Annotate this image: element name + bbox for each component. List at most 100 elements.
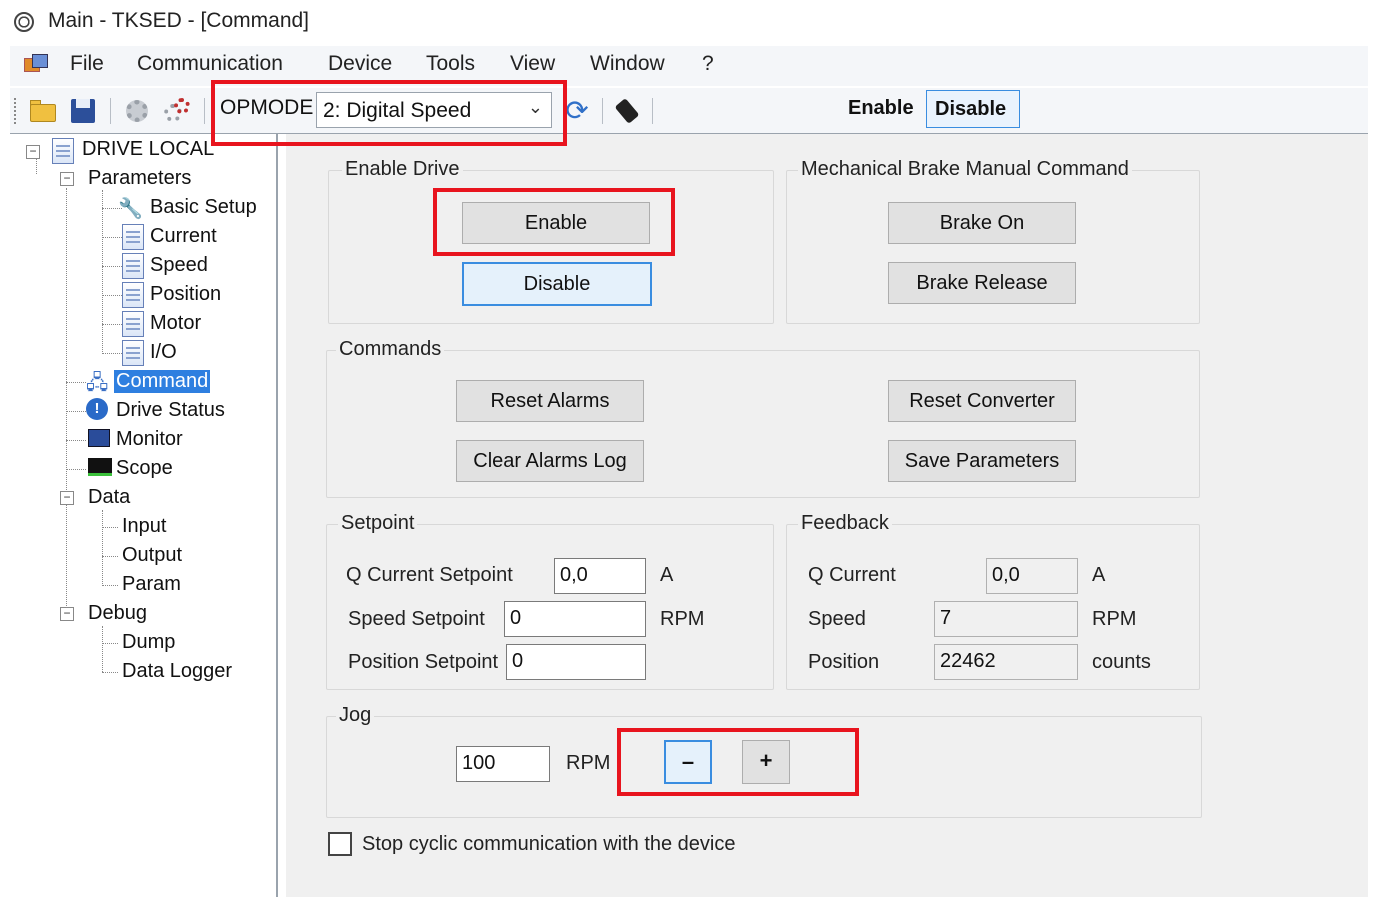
menu-help[interactable]: ? <box>702 52 714 76</box>
save-icon[interactable] <box>68 96 98 126</box>
opmode-value: 2: Digital Speed <box>323 99 472 122</box>
menu-file[interactable]: File <box>70 52 104 76</box>
q-current-setpoint-label: Q Current Setpoint <box>346 564 513 586</box>
tree-parameters[interactable]: Parameters <box>88 167 191 190</box>
tree-dump[interactable]: Dump <box>122 631 175 654</box>
tree-data[interactable]: Data <box>88 486 130 509</box>
tree-motor[interactable]: Motor <box>150 312 201 335</box>
speed-setpoint-label: Speed Setpoint <box>348 608 485 630</box>
info-icon: ! <box>86 398 108 420</box>
toolbar-separator <box>652 98 653 124</box>
collapse-icon[interactable]: − <box>60 607 74 621</box>
collapse-icon[interactable]: − <box>60 172 74 186</box>
tree-debug[interactable]: Debug <box>88 602 147 625</box>
tree-drive-status[interactable]: Drive Status <box>116 399 225 422</box>
io-document-icon <box>122 340 144 366</box>
toolbar: ⟳ <box>10 88 1368 134</box>
position-document-icon <box>122 282 144 308</box>
toolbar-disable-button[interactable]: Disable <box>926 90 1020 128</box>
tree-basic-setup[interactable]: Basic Setup <box>150 196 257 219</box>
current-document-icon <box>122 224 144 250</box>
setpoint-title: Setpoint <box>338 512 418 535</box>
tree-current[interactable]: Current <box>150 225 217 248</box>
motor-document-icon <box>122 311 144 337</box>
tree-speed[interactable]: Speed <box>150 254 208 277</box>
speed-setpoint-unit: RPM <box>660 608 705 630</box>
commands-title: Commands <box>336 338 445 361</box>
toolbar-enable-button[interactable]: Enable <box>848 97 914 120</box>
tree-scope[interactable]: Scope <box>116 457 173 480</box>
opmode-label: OPMODE <box>220 96 314 119</box>
stop-cyclic-checkbox[interactable] <box>328 832 352 856</box>
speed-label: Speed <box>808 608 866 630</box>
tree-command[interactable]: Command <box>114 370 211 393</box>
toolbar-separator <box>204 98 205 124</box>
navigation-tree: − DRIVE LOCAL − Parameters 🔧 Basic Setup… <box>10 134 278 897</box>
gear-icon[interactable] <box>122 96 152 126</box>
reset-alarms-button[interactable]: Reset Alarms <box>456 380 644 422</box>
speed-setpoint-input[interactable]: 0 <box>504 601 646 637</box>
drive-document-icon <box>52 138 74 164</box>
toolbar-grip[interactable] <box>14 98 17 124</box>
window-title: Main - TKSED - [Command] <box>48 9 310 32</box>
jog-speed-unit: RPM <box>566 752 611 774</box>
wrench-icon: 🔧 <box>118 198 143 220</box>
tree-data-logger[interactable]: Data Logger <box>122 660 232 683</box>
command-network-icon: 🖧 <box>86 372 109 394</box>
q-current-label: Q Current <box>808 564 896 586</box>
app-gear-icon <box>14 12 34 32</box>
disable-button[interactable]: Disable <box>462 262 652 306</box>
plug-icon[interactable] <box>612 96 642 126</box>
stop-cyclic-label: Stop cyclic communication with the devic… <box>362 833 736 855</box>
clear-alarms-log-button[interactable]: Clear Alarms Log <box>456 440 644 482</box>
title-bar: Main - TKSED - [Command] <box>0 0 1375 44</box>
menu-communication[interactable]: Communication <box>137 52 283 76</box>
menu-tools[interactable]: Tools <box>426 52 475 76</box>
chevron-down-icon: ⌄ <box>527 97 543 117</box>
jog-minus-button[interactable]: – <box>664 740 712 784</box>
command-panel: Enable Drive Enable Disable Mechanical B… <box>286 134 1368 897</box>
enable-button[interactable]: Enable <box>462 202 650 244</box>
scope-icon <box>88 458 112 476</box>
jog-title: Jog <box>336 704 375 727</box>
monitor-icon <box>88 429 110 447</box>
tree-input[interactable]: Input <box>122 515 166 538</box>
enable-drive-title: Enable Drive <box>342 158 463 181</box>
brake-release-button[interactable]: Brake Release <box>888 262 1076 304</box>
speed-unit: RPM <box>1092 608 1137 630</box>
brake-on-button[interactable]: Brake On <box>888 202 1076 244</box>
jog-speed-input[interactable]: 100 <box>456 746 550 782</box>
gears-icon[interactable] <box>162 96 192 126</box>
position-setpoint-label: Position Setpoint <box>348 651 499 673</box>
q-current-setpoint-input[interactable]: 0,0 <box>554 558 646 594</box>
save-parameters-button[interactable]: Save Parameters <box>888 440 1076 482</box>
brake-title: Mechanical Brake Manual Command <box>798 158 1132 181</box>
mdi-window-icon[interactable] <box>24 54 48 76</box>
q-current-setpoint-unit: A <box>660 564 674 586</box>
collapse-icon[interactable]: − <box>26 145 40 159</box>
reset-converter-button[interactable]: Reset Converter <box>888 380 1076 422</box>
open-folder-icon[interactable] <box>28 96 58 126</box>
menu-bar: File Communication Device Tools View Win… <box>10 46 1368 86</box>
refresh-icon[interactable]: ⟳ <box>562 96 592 126</box>
speed-document-icon <box>122 253 144 279</box>
tree-monitor[interactable]: Monitor <box>116 428 183 451</box>
toolbar-disable-label: Disable <box>935 98 1007 120</box>
opmode-select[interactable]: 2: Digital Speed ⌄ <box>316 92 552 128</box>
tree-output[interactable]: Output <box>122 544 182 567</box>
collapse-icon[interactable]: − <box>60 491 74 505</box>
jog-plus-button[interactable]: + <box>742 740 790 784</box>
toolbar-separator <box>602 98 603 124</box>
position-setpoint-input[interactable]: 0 <box>506 644 646 680</box>
tree-param[interactable]: Param <box>122 573 181 596</box>
toolbar-separator <box>110 98 111 124</box>
menu-window[interactable]: Window <box>590 52 665 76</box>
position-label: Position <box>808 651 880 673</box>
tree-drive-local[interactable]: DRIVE LOCAL <box>82 138 214 161</box>
menu-device[interactable]: Device <box>328 52 392 76</box>
menu-view[interactable]: View <box>510 52 555 76</box>
q-current-readout: 0,0 <box>986 558 1078 594</box>
tree-position[interactable]: Position <box>150 283 221 306</box>
position-unit: counts <box>1092 651 1151 673</box>
tree-io[interactable]: I/O <box>150 341 177 364</box>
